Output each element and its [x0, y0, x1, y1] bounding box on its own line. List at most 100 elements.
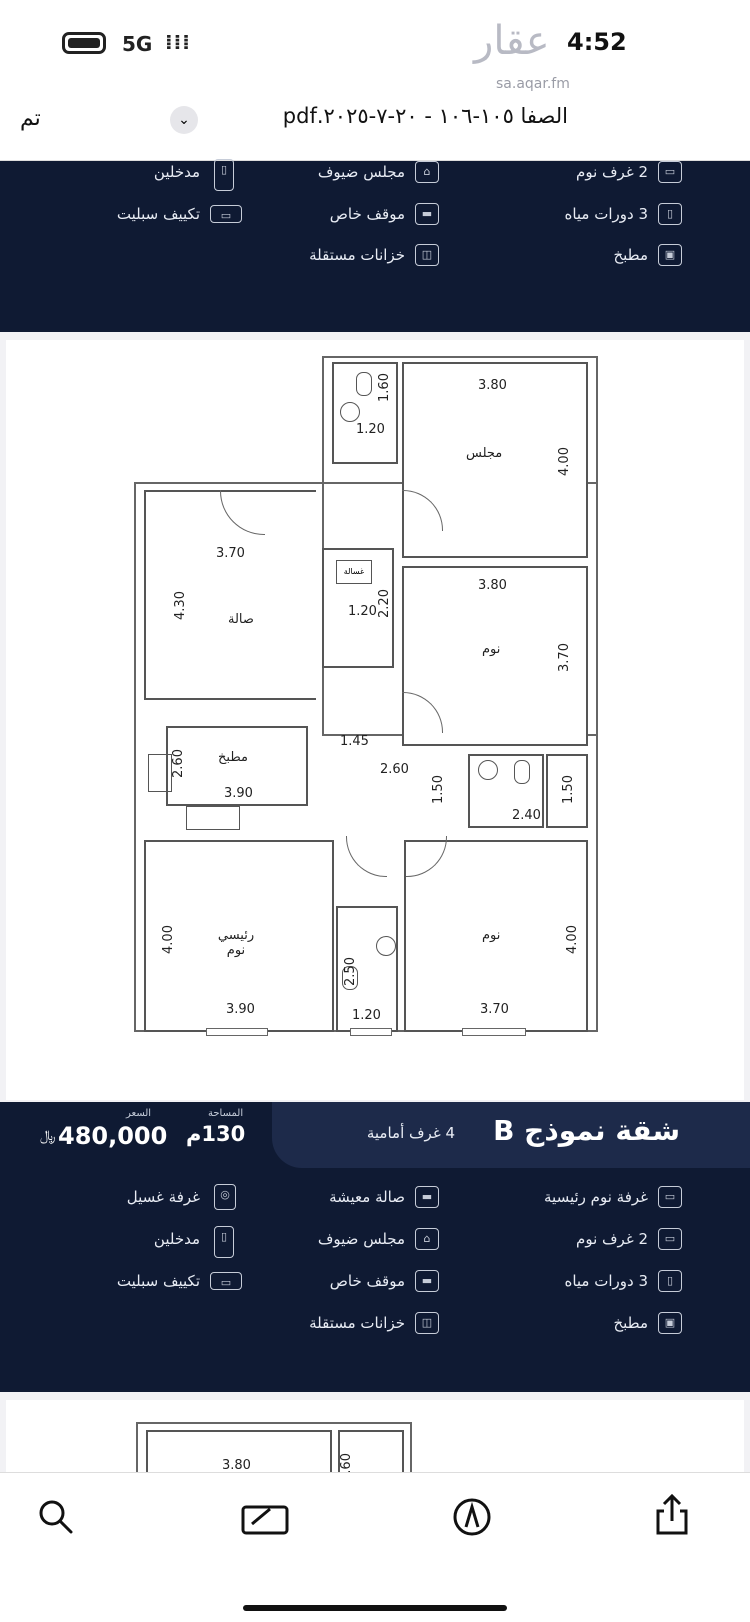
search-icon[interactable] — [36, 1497, 76, 1537]
dim-label: 1.60 — [376, 373, 392, 402]
model-subtitle: 4 غرف أمامية — [366, 1124, 455, 1142]
dim-label: 1.50 — [560, 775, 576, 804]
room-label-master: رئيسي نوم — [217, 928, 255, 958]
dim-label: 1.45 — [340, 734, 369, 749]
feature-bedrooms: 2 غرف نوم — [576, 163, 648, 181]
toilet-icon — [356, 372, 372, 396]
room-label-bed1: نوم — [482, 642, 501, 657]
feature-ac: تكييف سبليت — [116, 1272, 200, 1290]
window — [462, 1028, 526, 1036]
door-icon: ▯ — [214, 1226, 234, 1258]
bath-icon: ▯ — [658, 203, 682, 225]
feature-living-room: صالة معيشة — [329, 1188, 405, 1206]
washer-icon: ◎ — [214, 1184, 236, 1210]
sink-icon — [340, 402, 360, 422]
dim-label: 4.30 — [172, 591, 188, 620]
area-label: المساحة — [208, 1108, 244, 1119]
currency-icon: ﷼ — [40, 1128, 56, 1144]
dim-label: 1.50 — [430, 775, 446, 804]
feature-tanks: خزانات مستقلة — [309, 246, 405, 264]
feature-entrances: مدخلين — [153, 1230, 200, 1248]
bed-icon: ▭ — [658, 1186, 682, 1208]
room-label-bed2: نوم — [482, 928, 501, 943]
sofa-icon: ▬ — [415, 1186, 439, 1208]
feature-kitchen: مطبخ — [613, 246, 648, 264]
room-hall — [144, 490, 316, 700]
share-icon[interactable] — [652, 1493, 692, 1535]
home-icon: ⌂ — [415, 161, 439, 183]
kitchen-sink-icon — [186, 806, 240, 830]
car-icon: ▬ — [415, 203, 439, 225]
dim-label: 4.00 — [556, 447, 572, 476]
feature-laundry: غرفة غسيل — [126, 1188, 200, 1206]
feature-majlis: مجلس ضيوف — [317, 1230, 405, 1248]
network-label: 5G — [122, 32, 153, 56]
toilet-icon — [514, 760, 530, 784]
dim-label: 3.70 — [480, 1002, 509, 1017]
home-indicator — [243, 1605, 507, 1611]
clock: 4:52 — [567, 28, 627, 56]
room-label-majlis: مجلس — [466, 446, 503, 461]
dim-label: 2.20 — [376, 589, 392, 618]
chevron-down-icon[interactable]: ⌄ — [170, 106, 198, 134]
price-label: السعر — [126, 1108, 152, 1119]
car-icon: ▬ — [415, 1270, 439, 1292]
washer-box: غسالة — [336, 560, 372, 584]
tank-icon: ◫ — [415, 244, 439, 266]
room-label-hall: صالة — [228, 612, 254, 627]
dim-label: 1.20 — [348, 604, 377, 619]
feature-master-bedroom: غرفة نوم رئيسية — [544, 1188, 648, 1206]
signal-icon: ⁞⁞⁞ — [165, 30, 191, 54]
dim-label: 1.20 — [356, 422, 385, 437]
ac-icon: ▭ — [210, 205, 242, 223]
status-bar: 5G ⁞⁞⁞ عقار sa.aqar.fm 4:52 — [0, 0, 750, 100]
dim-label: 4.00 — [160, 925, 176, 954]
brand-logo: عقار — [474, 18, 550, 64]
area-value: 130م — [186, 1122, 246, 1146]
price-value: 480,000 — [58, 1122, 168, 1150]
dim-label: 2.40 — [512, 808, 541, 823]
ac-icon: ▭ — [210, 1272, 242, 1290]
dim-label: 2.60 — [380, 762, 409, 777]
home-icon: ⌂ — [415, 1228, 439, 1250]
feature-ac: تكييف سبليت — [116, 205, 200, 223]
dim-label: 3.80 — [222, 1458, 251, 1473]
done-button[interactable]: تم — [20, 106, 41, 131]
markup-icon[interactable] — [240, 1497, 290, 1537]
dim-label: 3.90 — [226, 1002, 255, 1017]
dim-label: 1.20 — [352, 1008, 381, 1023]
model-b-panel: شقة نموذج B 4 غرف أمامية المساحة 130م ال… — [0, 1102, 750, 1392]
window — [350, 1028, 392, 1036]
feature-majlis: مجلس ضيوف — [317, 163, 405, 181]
floor-plan: غسالة مجلس صالة نوم مطبخ رئيسي نوم نوم 3… — [6, 340, 744, 1100]
model-title: شقة نموذج B — [493, 1114, 680, 1147]
sink-icon — [478, 760, 498, 780]
feature-parking: موقف خاص — [329, 1272, 405, 1290]
dim-label: 2.60 — [170, 749, 186, 778]
brand-url: sa.aqar.fm — [496, 76, 570, 92]
dim-label: 3.80 — [478, 578, 507, 593]
feature-tanks: خزانات مستقلة — [309, 1314, 405, 1332]
feature-kitchen: مطبخ — [613, 1314, 648, 1332]
stove-icon — [148, 754, 172, 792]
kitchen-icon: ▣ — [658, 244, 682, 266]
dim-label: 4.00 — [564, 925, 580, 954]
dim-label: 3.70 — [216, 546, 245, 561]
bottom-toolbar — [0, 1472, 750, 1622]
features-panel-a: ▭ 2 غرف نوم ▯ 3 دورات مياه ▣ مطبخ ⌂ مجلس… — [0, 159, 750, 332]
feature-bedrooms: 2 غرف نوم — [576, 1230, 648, 1248]
feature-parking: موقف خاص — [329, 205, 405, 223]
kitchen-icon: ▣ — [658, 1312, 682, 1334]
file-title[interactable]: الصفا ١٠٥-١٠٦ - ٢٠-٧-٢٠٢٥.pdf — [208, 104, 568, 128]
bath-icon: ▯ — [658, 1270, 682, 1292]
dim-label: 3.70 — [556, 643, 572, 672]
dim-label: 3.90 — [224, 786, 253, 801]
room-label-kitchen: مطبخ — [218, 750, 248, 765]
dim-label: 3.80 — [478, 378, 507, 393]
pen-icon[interactable] — [452, 1497, 492, 1537]
tank-icon: ◫ — [415, 1312, 439, 1334]
document-nav-bar: تم ⌄ الصفا ١٠٥-١٠٦ - ٢٠-٧-٢٠٢٥.pdf — [0, 100, 750, 161]
bed-icon: ▭ — [658, 161, 682, 183]
bed-icon: ▭ — [658, 1228, 682, 1250]
battery-icon — [62, 32, 106, 54]
